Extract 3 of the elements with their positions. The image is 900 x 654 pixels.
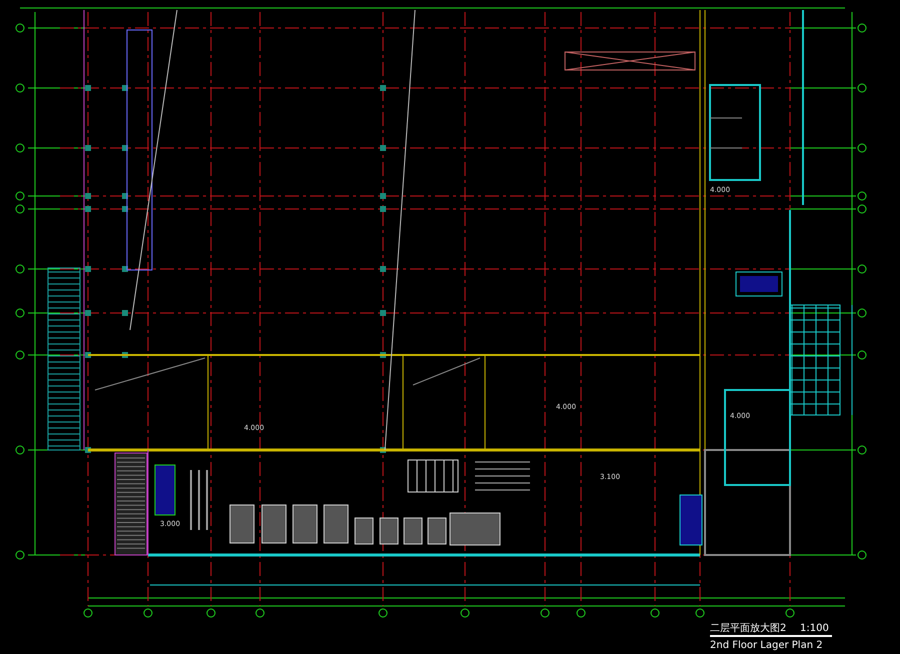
scale-label: 1:100: [800, 623, 829, 634]
drawing-title: 二层平面放大图2: [710, 623, 786, 634]
drawing-subtitle: 2nd Floor Lager Plan 2: [710, 640, 823, 651]
